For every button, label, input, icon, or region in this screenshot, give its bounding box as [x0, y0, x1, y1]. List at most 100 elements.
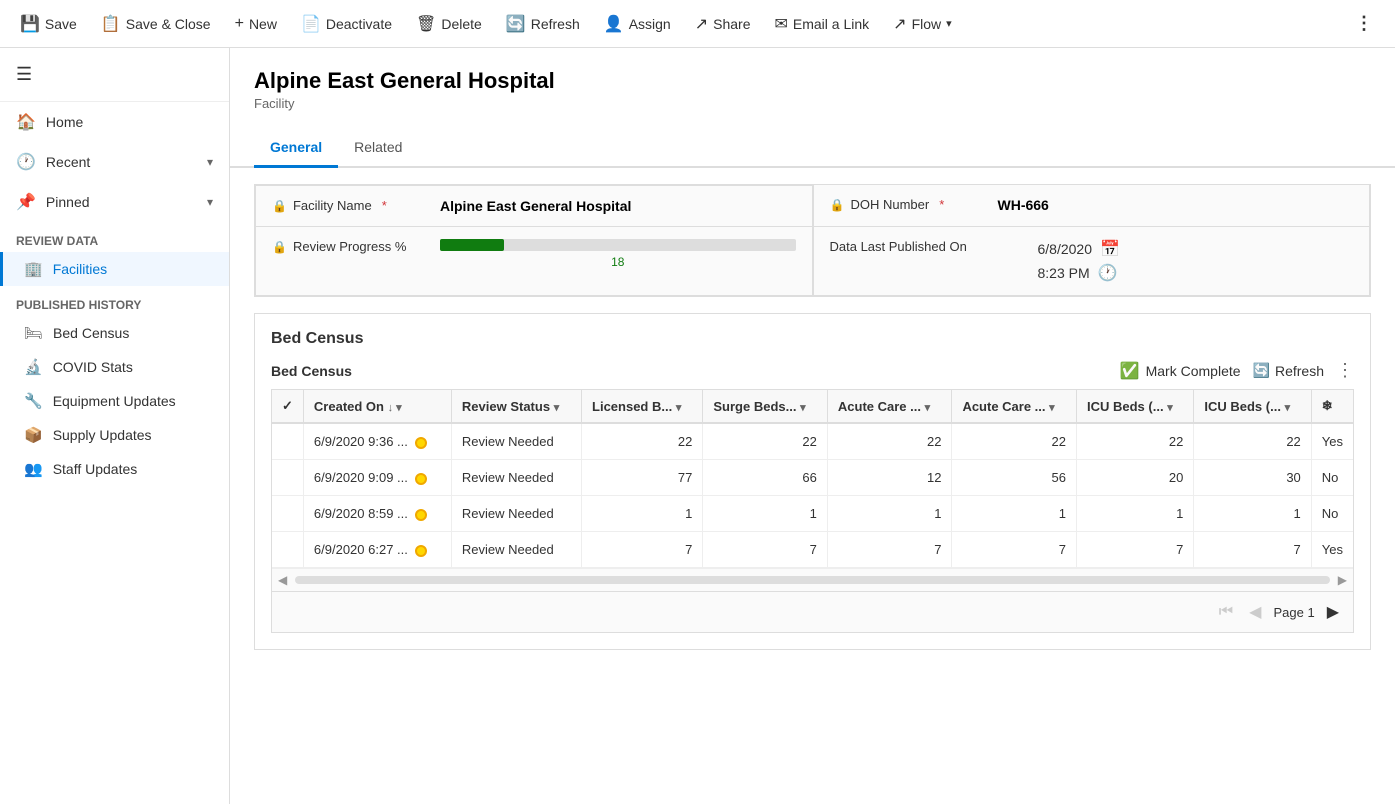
clock-icon[interactable]: 🕐 [1098, 263, 1118, 283]
required-star: * [382, 198, 387, 213]
email-icon: ✉ [774, 14, 787, 34]
table-row[interactable]: 6/9/2020 6:27 ... Review Needed 7 7 7 7 … [272, 532, 1353, 568]
refresh-button[interactable]: 🔄 Refresh [494, 0, 592, 48]
surge-sort-icon: ▾ [800, 402, 806, 414]
sidebar-item-staff-updates[interactable]: 👥 Staff Updates [0, 452, 229, 486]
deactivate-button[interactable]: 📄 Deactivate [289, 0, 404, 48]
icu2-sort-icon: ▾ [1285, 402, 1291, 414]
row-licensed-0: 22 [582, 423, 703, 460]
table-row[interactable]: 6/9/2020 9:36 ... Review Needed 22 22 22… [272, 423, 1353, 460]
assign-icon: 👤 [604, 14, 624, 34]
acute2-sort-icon: ▾ [1049, 402, 1055, 414]
sort-icon: ↓ ▾ [388, 402, 402, 414]
horizontal-scrollbar[interactable] [295, 576, 1330, 584]
page-next-button[interactable]: ▶ [1323, 598, 1343, 626]
row-check-2[interactable] [272, 496, 303, 532]
bed-census-more-button[interactable]: ⋮ [1336, 360, 1354, 381]
row-licensed-1: 77 [582, 460, 703, 496]
row-acute1-1: 12 [827, 460, 952, 496]
sidebar-item-pinned[interactable]: 📌 Pinned ▾ [0, 182, 229, 222]
time-value: 8:23 PM [1038, 265, 1090, 281]
progress-bar-bg [440, 239, 796, 251]
row-surge-3: 7 [703, 532, 828, 568]
table-row[interactable]: 6/9/2020 9:09 ... Review Needed 77 66 12… [272, 460, 1353, 496]
row-status-3: Review Needed [451, 532, 581, 568]
col-licensed-beds[interactable]: Licensed B... ▾ [582, 390, 703, 423]
page-prev-button[interactable]: ◀ [1245, 598, 1265, 626]
form-grid: 🔒 Facility Name * Alpine East General Ho… [255, 185, 1370, 296]
email-button[interactable]: ✉ Email a Link [762, 0, 881, 48]
row-created-on-0: 6/9/2020 9:36 ... [303, 423, 451, 460]
delete-button[interactable]: 🗑 Delete [404, 0, 494, 48]
col-surge-beds[interactable]: Surge Beds... ▾ [703, 390, 828, 423]
status-sort-icon: ▾ [554, 402, 560, 414]
progress-container: 18 [432, 239, 796, 269]
bed-census-refresh-button[interactable]: 🔄 Refresh [1253, 362, 1324, 379]
sidebar-item-equipment-updates[interactable]: 🔧 Equipment Updates [0, 384, 229, 418]
col-acute-care-2[interactable]: Acute Care ... ▾ [952, 390, 1077, 423]
col-icu-beds-2[interactable]: ICU Beds (... ▾ [1194, 390, 1311, 423]
row-created-on-3: 6/9/2020 6:27 ... [303, 532, 451, 568]
form-section: 🔒 Facility Name * Alpine East General Ho… [254, 184, 1371, 297]
col-created-on[interactable]: Created On ↓ ▾ [303, 390, 451, 423]
sidebar-item-recent[interactable]: 🕐 Recent ▾ [0, 142, 229, 182]
scroll-left-arrow[interactable]: ◀ [274, 573, 291, 587]
row-icu2-1: 30 [1194, 460, 1311, 496]
row-status-1: Review Needed [451, 460, 581, 496]
supply-icon: 📦 [24, 426, 43, 444]
facilities-icon: 🏢 [24, 260, 43, 278]
sidebar-item-facilities[interactable]: 🏢 Facilities [0, 252, 229, 286]
table-row[interactable]: 6/9/2020 8:59 ... Review Needed 1 1 1 1 … [272, 496, 1353, 532]
assign-button[interactable]: 👤 Assign [592, 0, 683, 48]
row-icu1-0: 22 [1076, 423, 1193, 460]
refresh-icon: 🔄 [506, 14, 526, 34]
page-first-button[interactable]: ⏮ [1215, 599, 1237, 625]
bed-census-table-wrapper: ✓ Created On ↓ ▾ Review Status ▾ License… [271, 389, 1354, 633]
more-options-button[interactable]: ⋮ [1343, 0, 1387, 48]
tab-related[interactable]: Related [338, 131, 418, 168]
pinned-chevron-icon: ▾ [207, 195, 213, 209]
sidebar-item-home[interactable]: 🏠 Home [0, 102, 229, 142]
share-button[interactable]: ↗ Share [683, 0, 763, 48]
col-icu-beds-1[interactable]: ICU Beds (... ▾ [1076, 390, 1193, 423]
hamburger-menu[interactable]: ☰ [8, 56, 221, 93]
row-extra-3: Yes [1311, 532, 1353, 568]
save-close-button[interactable]: 📋 Save & Close [89, 0, 223, 48]
tab-general[interactable]: General [254, 131, 338, 168]
row-check-1[interactable] [272, 460, 303, 496]
scroll-right-arrow[interactable]: ▶ [1334, 573, 1351, 587]
sidebar-item-supply-updates[interactable]: 📦 Supply Updates [0, 418, 229, 452]
row-check-3[interactable] [272, 532, 303, 568]
facility-name-label: 🔒 Facility Name * [272, 198, 432, 213]
flow-button[interactable]: ↗ Flow ▾ [881, 0, 964, 48]
calendar-icon[interactable]: 📅 [1100, 239, 1120, 259]
date-row: 6/8/2020 📅 [1038, 239, 1120, 259]
row-icu1-1: 20 [1076, 460, 1193, 496]
row-extra-0: Yes [1311, 423, 1353, 460]
row-extra-2: No [1311, 496, 1353, 532]
progress-value: 18 [440, 255, 796, 269]
row-check-0[interactable] [272, 423, 303, 460]
col-freeze[interactable]: ❄ [1311, 390, 1353, 423]
content-header: Alpine East General Hospital Facility [230, 48, 1395, 119]
doh-number-field: 🔒 DOH Number * WH-666 [813, 185, 1371, 227]
col-acute-care-1[interactable]: Acute Care ... ▾ [827, 390, 952, 423]
bed-census-subsection-title: Bed Census [271, 363, 352, 379]
new-button[interactable]: + New [223, 0, 289, 48]
pin-icon: 📌 [16, 192, 36, 212]
row-icu2-3: 7 [1194, 532, 1311, 568]
row-icu1-2: 1 [1076, 496, 1193, 532]
row-created-on-2: 6/9/2020 8:59 ... [303, 496, 451, 532]
sidebar-item-covid-stats[interactable]: 🔬 COVID Stats [0, 350, 229, 384]
bed-refresh-icon: 🔄 [1253, 362, 1270, 379]
mark-complete-button[interactable]: ✅ Mark Complete [1120, 361, 1241, 381]
row-licensed-3: 7 [582, 532, 703, 568]
row-acute1-2: 1 [827, 496, 952, 532]
row-acute1-0: 22 [827, 423, 952, 460]
bed-census-subsection-header: Bed Census ✅ Mark Complete 🔄 Refresh ⋮ [271, 360, 1354, 381]
save-button[interactable]: 💾 Save [8, 0, 89, 48]
col-check[interactable]: ✓ [272, 390, 303, 423]
sidebar-item-bed-census[interactable]: 🛏 Bed Census [0, 316, 229, 350]
icu1-sort-icon: ▾ [1167, 402, 1173, 414]
col-review-status[interactable]: Review Status ▾ [451, 390, 581, 423]
